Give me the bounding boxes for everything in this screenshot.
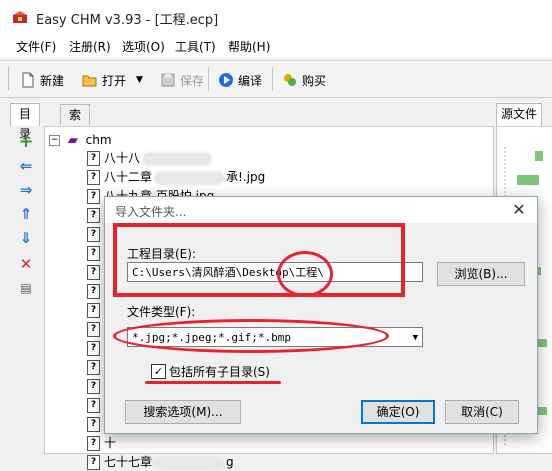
collapse-icon[interactable]: −: [49, 135, 60, 146]
help-page-icon: ?: [87, 379, 100, 394]
tree-item-suffix: g: [226, 455, 234, 469]
help-page-icon: ?: [87, 455, 100, 470]
menu-file[interactable]: 文件(F): [16, 38, 56, 55]
help-page-icon: ?: [87, 265, 100, 280]
compile-icon: [219, 73, 233, 87]
help-page-icon: ?: [87, 227, 100, 242]
include-subdirs-label: 包括所有子目录(S): [169, 365, 270, 379]
help-page-icon: ?: [87, 246, 100, 261]
help-page-icon: ?: [87, 208, 100, 223]
book-icon: ▰: [67, 133, 78, 148]
toolbar: 新建 打开 ▼ 保存 编译 购买: [0, 60, 552, 98]
save-label: 保存: [180, 73, 205, 88]
help-page-icon: ?: [87, 417, 100, 432]
toolbar-separator: [272, 67, 273, 91]
open-label: 打开: [102, 73, 127, 88]
help-page-icon: ?: [87, 303, 100, 318]
tab-contents[interactable]: 目录: [10, 103, 41, 141]
properties-icon[interactable]: ▤: [18, 280, 34, 296]
browse-button[interactable]: 浏览(B)...: [437, 262, 525, 286]
dialog-title: 导入文件夹...: [115, 205, 187, 219]
search-options-button[interactable]: 搜索选项(M)...: [125, 400, 241, 424]
import-folder-dialog: 导入文件夹... ✕ 工程目录(E): C:\Users\清风醉酒\Deskto…: [104, 196, 538, 434]
help-page-icon: ?: [87, 322, 100, 337]
help-page-icon: ?: [87, 341, 100, 356]
folder-open-icon: [82, 75, 97, 87]
delete-icon[interactable]: ✕: [18, 256, 34, 272]
app-icon: [13, 11, 27, 23]
toolbar-separator: [208, 67, 209, 91]
new-label: 新建: [40, 73, 65, 88]
arrow-down-icon[interactable]: ⇓: [18, 230, 34, 246]
save-button[interactable]: 保存: [160, 70, 204, 90]
tree-root[interactable]: − ▰ chm: [49, 131, 112, 149]
menu-help[interactable]: 帮助(H): [228, 38, 270, 55]
new-button[interactable]: 新建: [20, 70, 64, 90]
tree-item[interactable]: ?十: [87, 434, 116, 452]
title-bar: Easy CHM v3.93 - [工程.ecp]: [0, 0, 552, 34]
tree-item-label: 十: [104, 436, 117, 450]
help-page-icon: ?: [87, 436, 100, 451]
tree-item-label: 八十二章: [104, 170, 153, 184]
open-dropdown-icon[interactable]: ▼: [136, 75, 143, 85]
redacted-text: [154, 455, 225, 470]
tree-item[interactable]: ? 八十二章 承!.jpg: [87, 168, 265, 186]
buy-button[interactable]: 购买: [282, 70, 326, 90]
new-file-icon: [22, 72, 34, 88]
tree-item-label: 八十八: [104, 151, 141, 165]
type-label: 文件类型(F):: [127, 305, 196, 319]
annotation-box: [113, 223, 405, 297]
tree-item-suffix: 承!.jpg: [226, 170, 266, 184]
arrow-right-icon[interactable]: ⇒: [18, 182, 34, 198]
help-page-icon: ?: [87, 151, 100, 166]
include-subdirs-checkbox[interactable]: ✓: [151, 364, 166, 379]
help-page-icon: ?: [87, 170, 100, 185]
annotation-underline: [145, 381, 281, 384]
dialog-title-bar: 导入文件夹... ✕: [105, 197, 537, 223]
menu-options[interactable]: 选项(O): [122, 38, 165, 55]
compile-button[interactable]: 编译: [218, 70, 262, 90]
help-page-icon: ?: [87, 284, 100, 299]
cancel-button[interactable]: 取消(C): [445, 400, 519, 424]
chevron-down-icon[interactable]: ▼: [413, 328, 418, 348]
add-icon[interactable]: +: [18, 133, 34, 151]
side-toolbar: + ⇐ ⇒ ⇑ ⇓ ✕ ▤: [14, 130, 44, 450]
arrow-left-icon[interactable]: ⇐: [18, 158, 34, 174]
tree-root-label: chm: [85, 133, 112, 147]
tree-item-label: 七十七章: [104, 455, 153, 469]
right-tabs: 源文件: [496, 103, 552, 126]
help-page-icon: ?: [87, 360, 100, 375]
menu-register[interactable]: 注册(R): [69, 38, 111, 55]
tab-index[interactable]: 索引: [60, 104, 91, 142]
annotation-circle: [277, 251, 333, 297]
tree-item[interactable]: ? 七十七章 g: [87, 453, 234, 471]
window-title: Easy CHM v3.93 - [工程.ecp]: [36, 13, 219, 28]
menu-tools[interactable]: 工具(T): [175, 38, 216, 55]
buy-icon: [284, 74, 296, 86]
help-page-icon: ?: [87, 398, 100, 413]
open-button[interactable]: 打开 ▼: [82, 70, 143, 90]
close-icon[interactable]: ✕: [507, 200, 531, 220]
redacted-text: [142, 151, 213, 166]
annotation-oval: [113, 319, 389, 353]
save-icon: [161, 73, 175, 87]
compile-label: 编译: [238, 73, 263, 88]
redacted-text: [154, 170, 225, 185]
arrow-up-icon[interactable]: ⇑: [18, 206, 34, 222]
help-page-icon: ?: [87, 189, 100, 204]
buy-label: 购买: [302, 73, 327, 88]
toolbar-grip: [8, 67, 9, 91]
tree-item[interactable]: ? 八十八: [87, 149, 214, 167]
menu-bar: 文件(F) 注册(R) 选项(O) 工具(T) 帮助(H): [0, 34, 552, 58]
tab-source[interactable]: 源文件: [496, 103, 543, 126]
ok-button[interactable]: 确定(O): [361, 400, 435, 424]
